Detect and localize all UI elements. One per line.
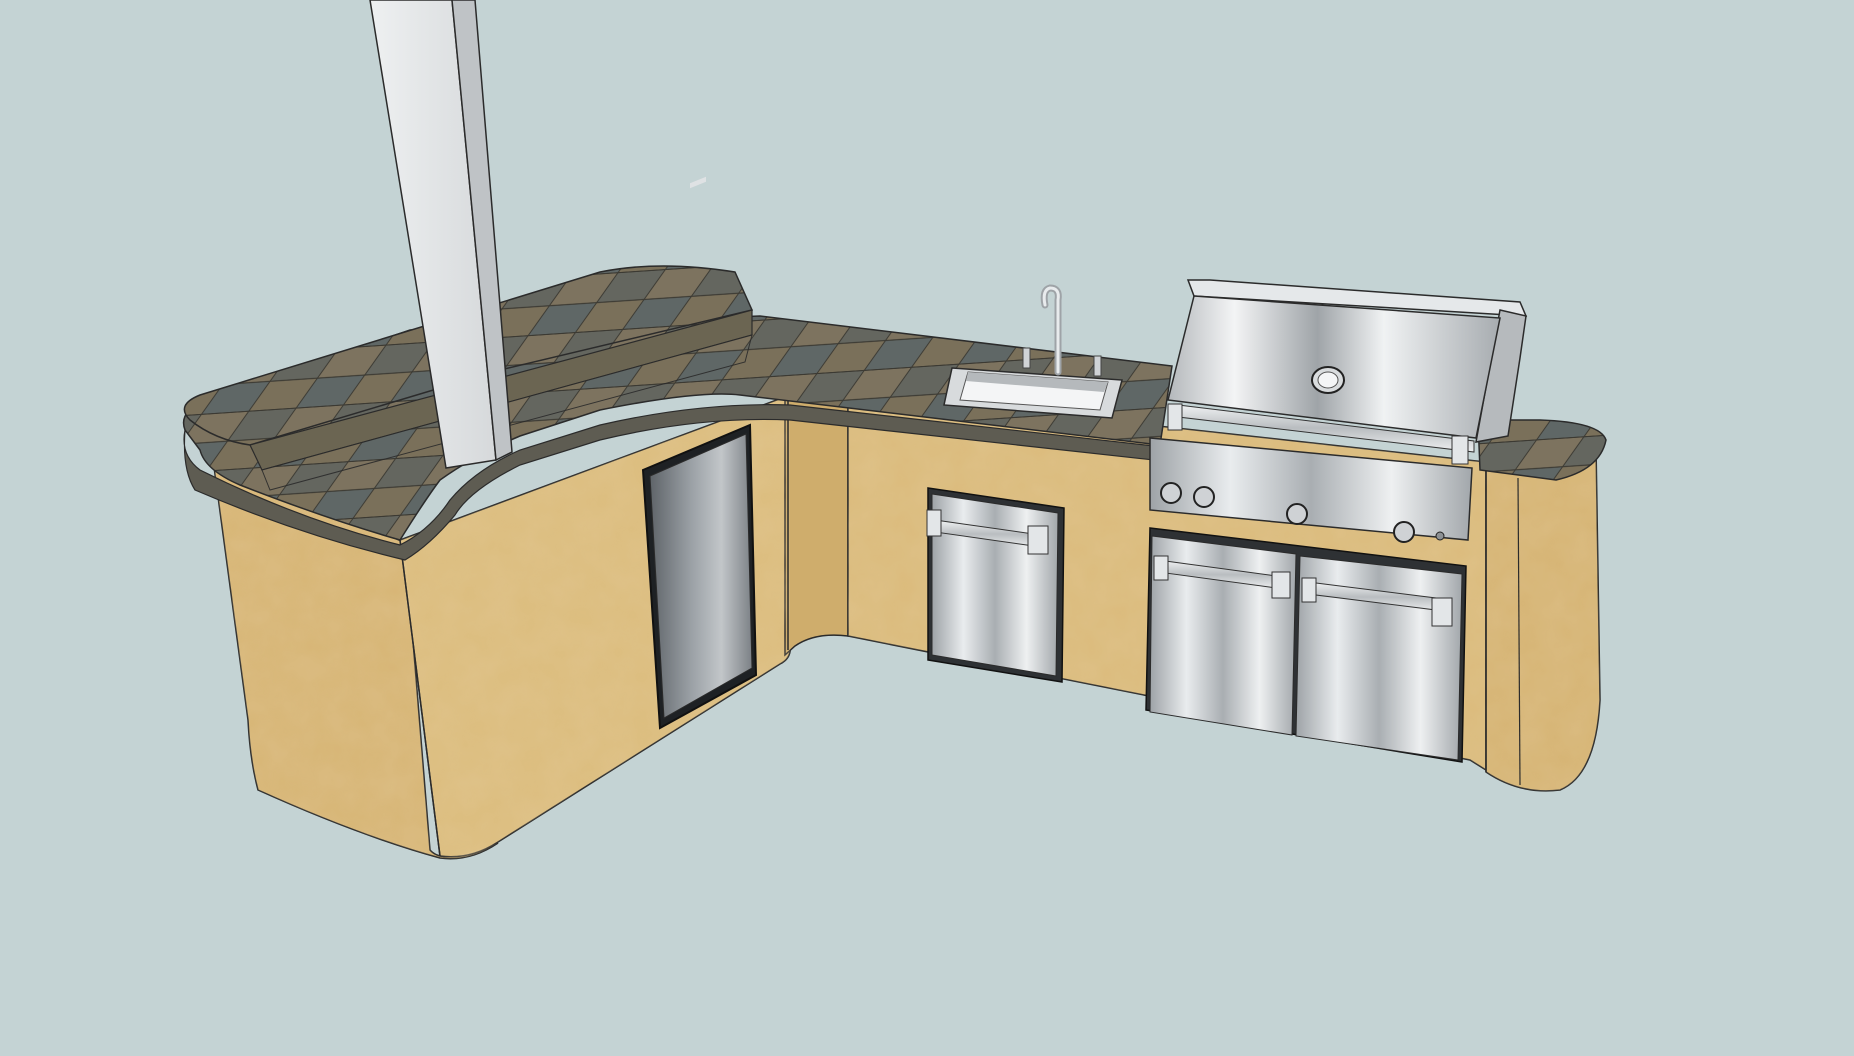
base-inner-corner (784, 391, 849, 657)
faucet-handle-left (1022, 347, 1031, 369)
access-door-panel (931, 493, 1059, 677)
grill-knob-1 (1160, 482, 1182, 504)
grill-knob-4 (1393, 521, 1415, 543)
grill-knob-3 (1286, 503, 1308, 525)
outdoor-kitchen-render (182, 0, 1607, 860)
grill-igniter (1435, 531, 1445, 541)
fridge-door (649, 433, 753, 719)
faucet-handle-right (1093, 355, 1102, 377)
fridge-logo (690, 176, 706, 189)
access-door (926, 487, 1065, 683)
grill-knob-2 (1193, 486, 1215, 508)
